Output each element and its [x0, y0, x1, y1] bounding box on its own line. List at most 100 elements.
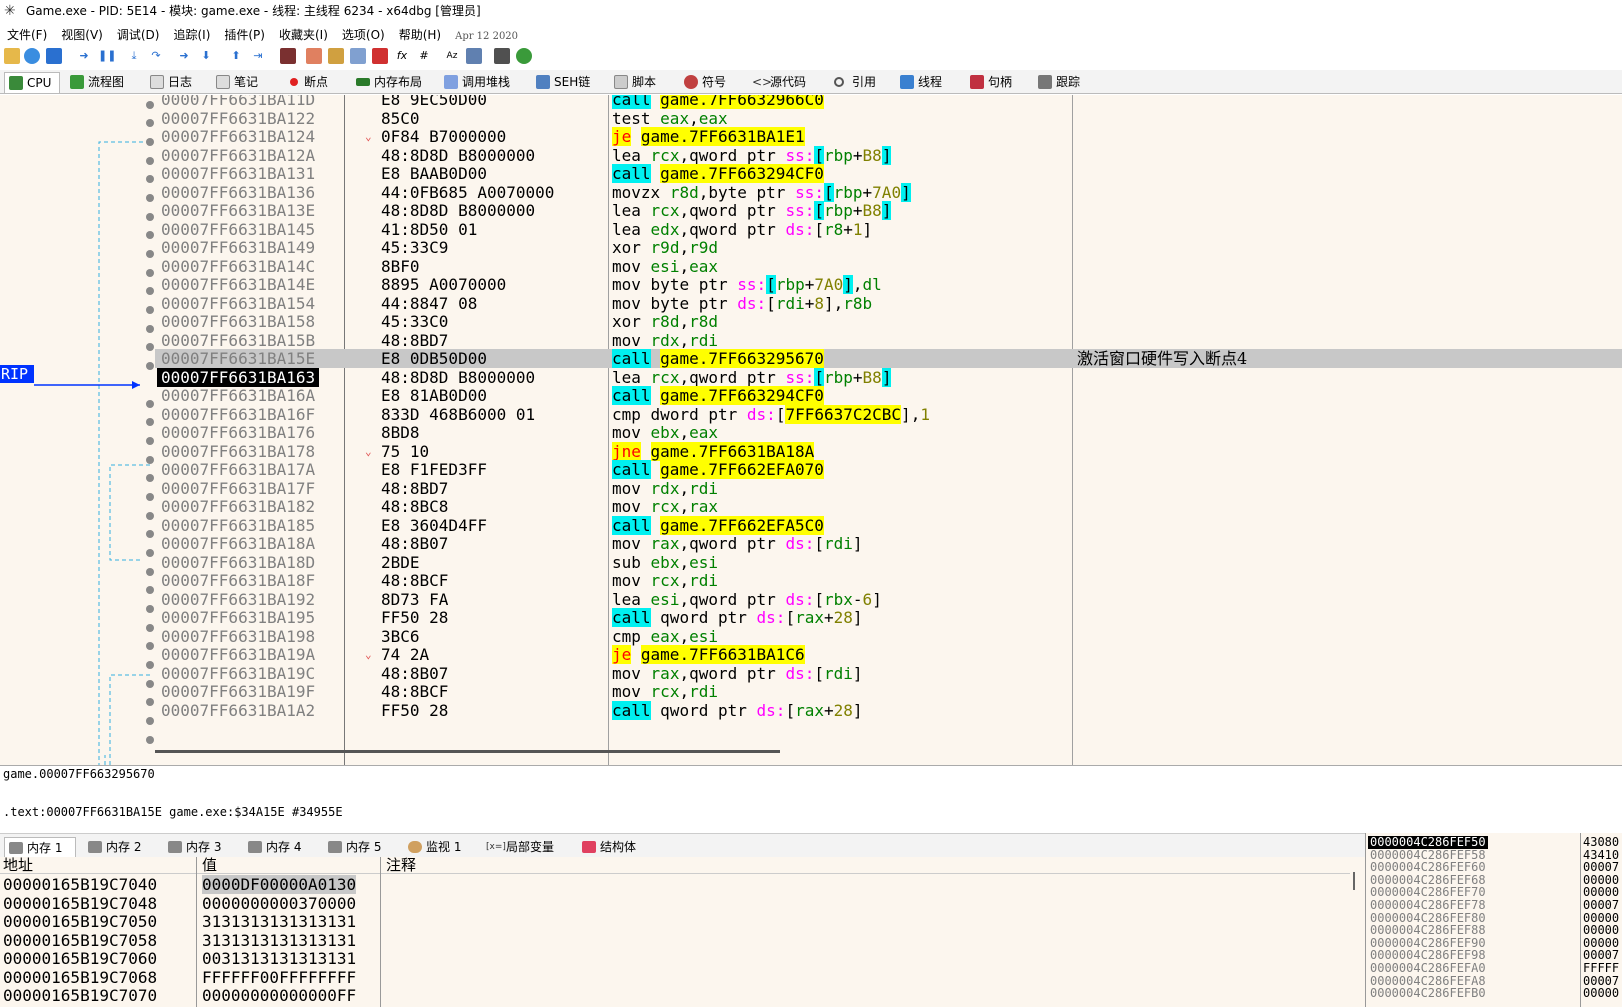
disasm-row[interactable]: 00007FF6631BA131 E8 BAAB0D00 call game.7FF… — [155, 164, 1622, 183]
disasm-row[interactable]: 00007FF6631BA19C 48:8B07 mov rax,qword ptr… — [155, 664, 1622, 683]
execute-till-return-icon[interactable]: ⬆ — [228, 48, 244, 64]
menu-debug[interactable]: 调试(D) — [110, 25, 167, 45]
disasm-row[interactable]: 00007FF6631BA19A ⌄ 74 2A je game.7FF6631BA1… — [155, 645, 1622, 664]
trace-into-icon[interactable]: ➜ — [176, 48, 192, 64]
menu-view[interactable]: 视图(V) — [54, 25, 110, 45]
tab-references[interactable]: 引用 — [830, 72, 886, 93]
disasm-row[interactable]: 00007FF6631BA18D 2BDE sub ebx,esi — [155, 553, 1622, 572]
disasm-row[interactable]: 00007FF6631BA149 45:33C9 xor r9d,r9d — [155, 238, 1622, 257]
dump-row[interactable]: 00000165B19C7048 0000000000370000 — [0, 894, 1350, 913]
disasm-row[interactable]: 00007FF6631BA176 8BD8 mov ebx,eax — [155, 423, 1622, 442]
disassembly-view[interactable]: RIP 00007FF6631BA11D E8 9EC50D00 call game… — [0, 95, 1622, 765]
disasm-row[interactable]: 00007FF6631BA17A E8 F1FED3FF call game.7FF… — [155, 460, 1622, 479]
disasm-row[interactable]: 00007FF6631BA18A 48:8B07 mov rax,qword ptr… — [155, 534, 1622, 553]
disasm-row[interactable]: 00007FF6631BA122 85C0 test eax,eax — [155, 109, 1622, 128]
disasm-row[interactable]: 00007FF6631BA154 44:8847 08 mov byte ptr d… — [155, 294, 1622, 313]
disasm-row[interactable]: 00007FF6631BA198 3BC6 cmp eax,esi — [155, 627, 1622, 646]
disasm-row[interactable]: 00007FF6631BA136 44:0FB685 A0070000 movzx … — [155, 182, 1622, 202]
restart-icon[interactable] — [24, 48, 40, 64]
stop-icon[interactable] — [46, 48, 62, 64]
tab-handles[interactable]: 句柄 — [966, 72, 1022, 93]
disasm-row[interactable]: 00007FF6631BA14C 8BF0 mov esi,eax — [155, 257, 1622, 276]
hash-icon[interactable]: # — [416, 48, 432, 64]
scylla-icon[interactable] — [280, 48, 296, 64]
dump-scrollbar[interactable] — [1353, 872, 1355, 890]
tab-call-stack[interactable]: 调用堆栈 — [440, 72, 526, 93]
tab-struct[interactable]: 结构体 — [578, 837, 650, 858]
disasm-row[interactable]: 00007FF6631BA195 FF50 28 call qword ptr ds… — [155, 608, 1622, 627]
header-address[interactable]: 地址 — [3, 857, 33, 874]
trace-over-icon[interactable]: ⬇ — [198, 48, 214, 64]
calculator-icon[interactable] — [494, 48, 510, 64]
menu-options[interactable]: 选项(O) — [335, 25, 392, 45]
tab-locals[interactable]: [x=] 局部变量 — [484, 837, 566, 858]
run-icon[interactable]: ➜ — [76, 48, 92, 64]
tab-dump-1[interactable]: 内存 1 — [4, 837, 76, 858]
tab-watch-1[interactable]: 监视 1 — [404, 837, 476, 858]
disasm-row[interactable]: 00007FF6631BA15B 48:8BD7 mov rdx,rdi — [155, 331, 1622, 350]
tab-dump-4[interactable]: 内存 4 — [244, 837, 316, 858]
disasm-row[interactable]: 00007FF6631BA1A2 FF50 28 call qword ptr ds… — [155, 700, 1622, 720]
dump-row[interactable]: 00000165B19C7060 0031313131313131 — [0, 949, 1350, 968]
tab-script[interactable]: 脚本 — [610, 72, 666, 93]
stack-view[interactable]: 0000004C286FEF50 43080 0000004C286FEF58 434… — [1365, 833, 1622, 1007]
disasm-row[interactable]: 00007FF6631BA19F 48:8BCF mov rcx,rdi — [155, 682, 1622, 701]
menu-help[interactable]: 帮助(H) — [392, 25, 448, 45]
disasm-row[interactable]: 00007FF6631BA158 45:33C0 xor r8d,r8d — [155, 312, 1622, 331]
dump-row[interactable]: 00000165B19C7040 0000DF00000A0130 — [0, 875, 1350, 894]
menu-trace[interactable]: 追踪(I) — [166, 25, 217, 45]
patch-icon[interactable] — [306, 48, 322, 64]
disasm-row[interactable]: 00007FF6631BA17F 48:8BD7 mov rdx,rdi — [155, 479, 1622, 498]
tab-log[interactable]: 日志 — [146, 72, 202, 93]
disasm-row[interactable]: 00007FF6631BA18F 48:8BCF mov rcx,rdi — [155, 571, 1622, 590]
dump-row[interactable]: 00000165B19C7068 FFFFFF00FFFFFFFF — [0, 968, 1350, 987]
tab-dump-5[interactable]: 内存 5 — [324, 837, 396, 858]
tab-graph[interactable]: 流程图 — [66, 72, 136, 93]
tab-dump-2[interactable]: 内存 2 — [84, 837, 156, 858]
step-into-icon[interactable]: ⤓ — [126, 48, 142, 64]
bookmark-icon[interactable] — [372, 48, 388, 64]
disasm-row[interactable]: 00007FF6631BA185 E8 3604D4FF call game.7FF… — [155, 515, 1622, 535]
open-icon[interactable] — [4, 48, 20, 64]
tab-notes[interactable]: 笔记 — [212, 72, 268, 93]
disasm-row[interactable]: 00007FF6631BA11D E8 9EC50D00 call game.7FF… — [155, 95, 1622, 109]
tab-memory-map[interactable]: 内存布局 — [352, 72, 428, 93]
dump-row[interactable]: 00000165B19C7050 3131313131313131 — [0, 912, 1350, 931]
dump-row[interactable]: 00000165B19C7058 3131313131313131 — [0, 931, 1350, 950]
tab-threads[interactable]: 线程 — [896, 72, 952, 93]
disasm-row[interactable]: 00007FF6631BA16F 833D 468B6000 01 cmp dwor… — [155, 404, 1622, 424]
disasm-row[interactable]: 00007FF6631BA15E E8 0DB50D00 call game.7FF… — [155, 349, 1622, 368]
menu-plugins[interactable]: 插件(P) — [217, 25, 272, 45]
tab-trace[interactable]: 跟踪 — [1034, 72, 1090, 93]
settings-icon[interactable] — [466, 48, 482, 64]
disasm-row[interactable]: 00007FF6631BA182 48:8BC8 mov rcx,rax — [155, 497, 1622, 516]
dump-row[interactable]: 00000165B19C7070 00000000000000FF — [0, 986, 1350, 1005]
tab-source[interactable]: <> 源代码 — [748, 72, 818, 93]
pause-icon[interactable]: ❚❚ — [98, 48, 116, 64]
disasm-row[interactable]: 00007FF6631BA145 41:8D50 01 lea edx,qword … — [155, 220, 1622, 239]
tab-symbols[interactable]: 符号 — [680, 72, 736, 93]
function-icon[interactable]: fx — [394, 48, 410, 64]
disasm-row[interactable]: 00007FF6631BA163 48:8D8D B8000000 lea rcx,… — [155, 367, 1622, 387]
menu-file[interactable]: 文件(F) — [0, 25, 54, 45]
disasm-row[interactable]: 00007FF6631BA178 ⌄ 75 10 jne game.7FF6631BA… — [155, 441, 1622, 461]
tab-cpu[interactable]: CPU — [4, 72, 60, 93]
tab-dump-3[interactable]: 内存 3 — [164, 837, 236, 858]
font-icon[interactable]: Az — [444, 48, 460, 64]
disasm-row[interactable]: 00007FF6631BA124 ⌄ 0F84 B7000000 je game.7F… — [155, 127, 1622, 146]
help-icon[interactable] — [516, 48, 532, 64]
disasm-row[interactable]: 00007FF6631BA14E 8895 A0070000 mov byte pt… — [155, 275, 1622, 294]
tab-breakpoints[interactable]: 断点 — [282, 72, 338, 93]
stack-row[interactable]: 0000004C286FEFB0 00000 — [1366, 987, 1622, 1000]
header-value[interactable]: 值 — [202, 857, 217, 874]
disasm-row[interactable]: 00007FF6631BA13E 48:8D8D B8000000 lea rcx,… — [155, 201, 1622, 220]
disasm-row[interactable]: 00007FF6631BA192 8D73 FA lea esi,qword ptr… — [155, 590, 1622, 609]
tab-seh[interactable]: SEH链 — [532, 72, 596, 93]
step-over-icon[interactable]: ↷ — [148, 48, 164, 64]
disasm-row[interactable]: 00007FF6631BA16A E8 81AB0D00 call game.7FF… — [155, 386, 1622, 405]
horizontal-scrollbar[interactable] — [155, 750, 780, 753]
memory-dump[interactable]: 地址 值 注释 00000165B19C7040 0000DF00000A0130… — [0, 857, 1365, 1007]
run-to-user-code-icon[interactable]: ⇥ — [250, 48, 266, 64]
comment-icon[interactable] — [328, 48, 344, 64]
label-icon[interactable] — [350, 48, 366, 64]
